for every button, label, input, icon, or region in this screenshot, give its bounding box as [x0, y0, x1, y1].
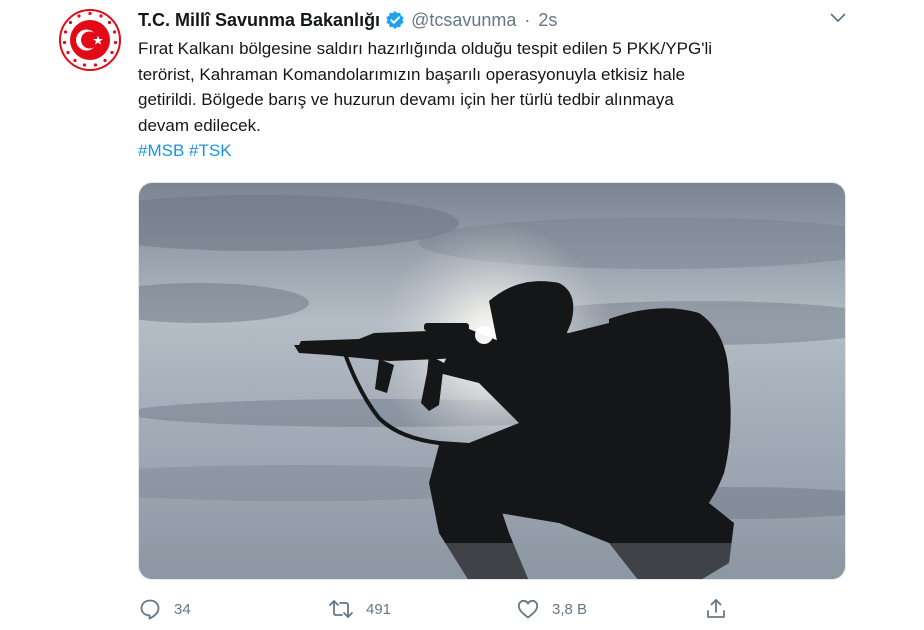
- like-button[interactable]: 3,8 B: [516, 596, 587, 622]
- tweet-header: T.C. Millî Savunma Bakanlığı @tcsavunma …: [138, 8, 557, 32]
- tweet-timestamp[interactable]: 2s: [538, 10, 557, 31]
- share-icon: [707, 599, 725, 618]
- hashtag-msb[interactable]: #MSB: [138, 141, 184, 160]
- ministry-emblem-icon: [58, 8, 122, 72]
- author-handle[interactable]: @tcsavunma: [411, 10, 516, 31]
- hashtag-list: #MSB #TSK: [138, 138, 858, 164]
- reply-button[interactable]: 34: [138, 596, 191, 622]
- header-separator: ·: [524, 9, 531, 30]
- author-display-name[interactable]: T.C. Millî Savunma Bakanlığı: [138, 10, 380, 31]
- reply-count: 34: [174, 600, 191, 618]
- retweet-count: 491: [366, 600, 392, 618]
- more-options-chevron-down-icon[interactable]: [828, 8, 848, 28]
- tweet-text-line: terörist, Kahraman Komandolarımızın başa…: [138, 64, 686, 84]
- heart-icon: [517, 599, 539, 619]
- reply-icon: [140, 599, 160, 620]
- author-avatar[interactable]: [58, 8, 122, 72]
- tweet-text-line: getirildi. Bölgede barış ve huzurun deva…: [138, 90, 674, 109]
- verified-badge-icon: [385, 10, 405, 30]
- retweet-icon: [329, 600, 353, 618]
- hashtag-tsk[interactable]: #TSK: [189, 141, 232, 160]
- retweet-button[interactable]: 491: [328, 596, 391, 622]
- share-button[interactable]: [704, 596, 728, 622]
- like-count: 3,8 B: [552, 600, 588, 618]
- tweet-text: Fırat Kalkanı bölgesine saldırı hazırlığ…: [138, 36, 858, 164]
- tweet-media-photo[interactable]: [138, 182, 846, 580]
- tweet: T.C. Millî Savunma Bakanlığı @tcsavunma …: [0, 0, 924, 630]
- soldier-silhouette-photo: [139, 183, 845, 579]
- tweet-text-line: Fırat Kalkanı bölgesine saldırı hazırlığ…: [138, 39, 713, 58]
- tweet-text-line: devam edilecek.: [138, 115, 261, 135]
- tweet-actions: 34 491 3,8 B: [138, 596, 846, 622]
